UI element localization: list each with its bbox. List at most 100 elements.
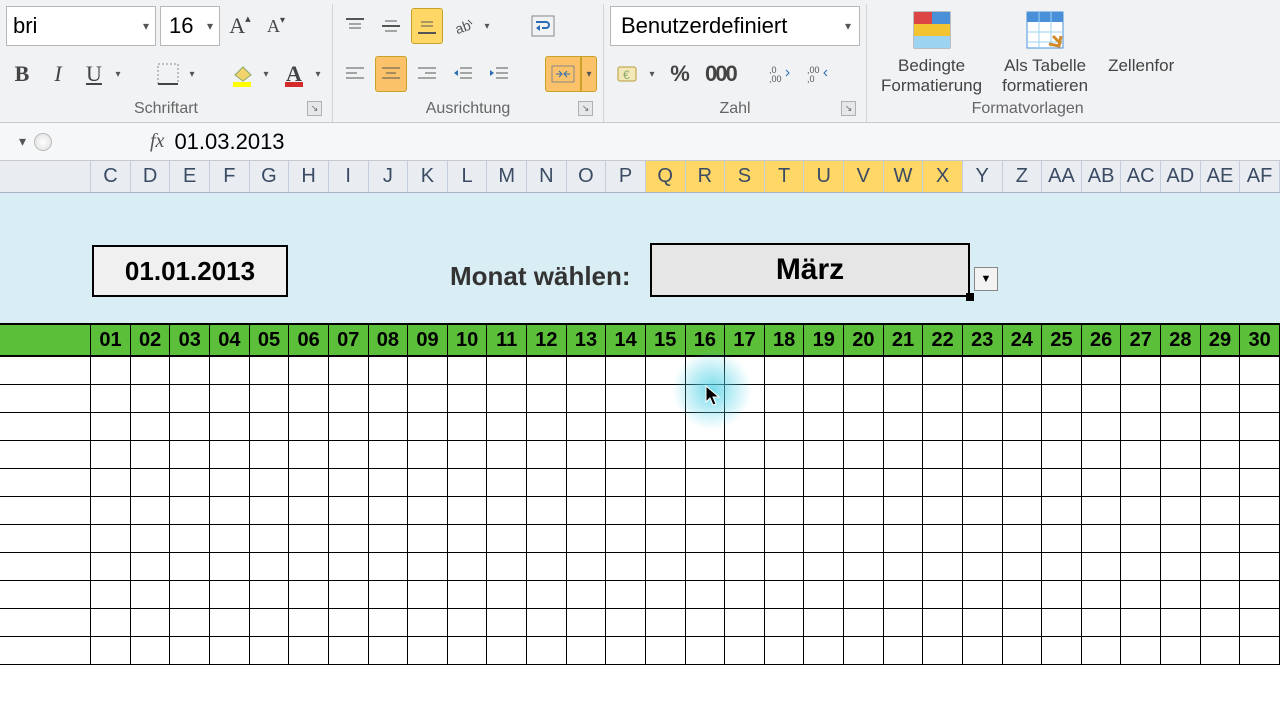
grid-cell[interactable]: [408, 553, 448, 581]
grid-cell[interactable]: [606, 525, 646, 553]
grid-cell[interactable]: [646, 581, 686, 609]
grid-cell[interactable]: [923, 385, 963, 413]
grid-cell[interactable]: [765, 441, 805, 469]
grid-cell[interactable]: [369, 525, 409, 553]
grid-cell[interactable]: [923, 497, 963, 525]
grid-cell[interactable]: [804, 469, 844, 497]
grid-cell[interactable]: [1121, 637, 1161, 665]
grid-cell[interactable]: [527, 385, 567, 413]
grid-cell[interactable]: [686, 385, 726, 413]
grid-cell[interactable]: [131, 413, 171, 441]
grid-cell[interactable]: [210, 581, 250, 609]
grid-cell[interactable]: [765, 357, 805, 385]
grid-cell[interactable]: [1082, 497, 1122, 525]
grid-cell[interactable]: [408, 441, 448, 469]
grid-cell[interactable]: [369, 637, 409, 665]
grid-cell[interactable]: [844, 469, 884, 497]
align-right-button[interactable]: [411, 56, 443, 92]
grid-cell[interactable]: [884, 497, 924, 525]
grid-cell[interactable]: [686, 469, 726, 497]
grid-cell[interactable]: [1161, 609, 1201, 637]
grid-cell[interactable]: [1082, 357, 1122, 385]
decrease-font-icon[interactable]: A▾: [260, 8, 292, 44]
grid-cell[interactable]: [963, 609, 1003, 637]
grid-cell[interactable]: [0, 357, 91, 385]
grid-cell[interactable]: [1161, 497, 1201, 525]
grid-cell[interactable]: [408, 637, 448, 665]
grid-cell[interactable]: [1161, 469, 1201, 497]
grid-cell[interactable]: [567, 581, 607, 609]
grid-cell[interactable]: [884, 413, 924, 441]
grid-cell[interactable]: [210, 497, 250, 525]
grid-cell[interactable]: [686, 413, 726, 441]
column-header[interactable]: C: [91, 161, 131, 192]
grid-cell[interactable]: [250, 441, 290, 469]
grid-cell[interactable]: [1003, 385, 1043, 413]
grid-cell[interactable]: [765, 609, 805, 637]
grid-cell[interactable]: [408, 525, 448, 553]
grid-cell[interactable]: [131, 581, 171, 609]
grid-cell[interactable]: [170, 413, 210, 441]
grid-cell[interactable]: [0, 525, 91, 553]
number-dialog-launcher[interactable]: ↘: [841, 101, 856, 116]
increase-decimal-button[interactable]: ,0,00: [763, 56, 797, 92]
grid-cell[interactable]: [1161, 441, 1201, 469]
grid-cell[interactable]: [646, 413, 686, 441]
column-header[interactable]: R: [686, 161, 726, 192]
grid-cell[interactable]: [527, 413, 567, 441]
column-header[interactable]: AA: [1042, 161, 1082, 192]
column-header[interactable]: I: [329, 161, 369, 192]
grid-cell[interactable]: [0, 441, 91, 469]
grid-cell[interactable]: [289, 413, 329, 441]
grid-cell[interactable]: [1201, 581, 1241, 609]
grid-cell[interactable]: [844, 441, 884, 469]
grid-cell[interactable]: [1201, 441, 1241, 469]
grid-cell[interactable]: [1201, 385, 1241, 413]
grid-cell[interactable]: [527, 497, 567, 525]
grid-cell[interactable]: [1121, 413, 1161, 441]
grid-cell[interactable]: [289, 441, 329, 469]
grid-cell[interactable]: [210, 385, 250, 413]
grid-cell[interactable]: [646, 441, 686, 469]
grid-cell[interactable]: [91, 497, 131, 525]
grid-cell[interactable]: [1161, 581, 1201, 609]
grid-cell[interactable]: [250, 609, 290, 637]
grid-cell[interactable]: [1042, 637, 1082, 665]
grid-cell[interactable]: [369, 385, 409, 413]
grid-cell[interactable]: [725, 609, 765, 637]
grid-cell[interactable]: [0, 637, 91, 665]
grid-cell[interactable]: [408, 497, 448, 525]
grid-cell[interactable]: [804, 609, 844, 637]
grid-cell[interactable]: [369, 469, 409, 497]
grid-cell[interactable]: [1042, 581, 1082, 609]
grid-cell[interactable]: [725, 385, 765, 413]
grid-cell[interactable]: [804, 553, 844, 581]
grid-cell[interactable]: [1121, 497, 1161, 525]
name-box-dropdown[interactable]: ▾: [0, 126, 26, 158]
grid-cell[interactable]: [1082, 525, 1122, 553]
grid-cell[interactable]: [1240, 469, 1280, 497]
grid-cell[interactable]: [0, 385, 91, 413]
month-select-cell[interactable]: März: [650, 243, 970, 297]
decrease-indent-button[interactable]: [447, 56, 479, 92]
grid-cell[interactable]: [170, 497, 210, 525]
merge-center-dropdown[interactable]: ▾: [581, 56, 597, 92]
grid-cell[interactable]: [567, 469, 607, 497]
grid-cell[interactable]: [131, 637, 171, 665]
grid-cell[interactable]: [527, 525, 567, 553]
conditional-formatting-button[interactable]: Bedingte Formatierung: [873, 4, 990, 97]
grid-cell[interactable]: [527, 581, 567, 609]
grid-cell[interactable]: [804, 581, 844, 609]
underline-button[interactable]: U: [78, 56, 110, 92]
grid-cell[interactable]: [369, 581, 409, 609]
grid-cell[interactable]: [448, 497, 488, 525]
grid-cell[interactable]: [963, 385, 1003, 413]
grid-cell[interactable]: [1201, 525, 1241, 553]
grid-cell[interactable]: [1042, 497, 1082, 525]
grid-cell[interactable]: [844, 385, 884, 413]
grid-cell[interactable]: [250, 497, 290, 525]
column-header[interactable]: V: [844, 161, 884, 192]
grid-cell[interactable]: [804, 385, 844, 413]
grid-cell[interactable]: [646, 525, 686, 553]
column-header[interactable]: L: [448, 161, 488, 192]
